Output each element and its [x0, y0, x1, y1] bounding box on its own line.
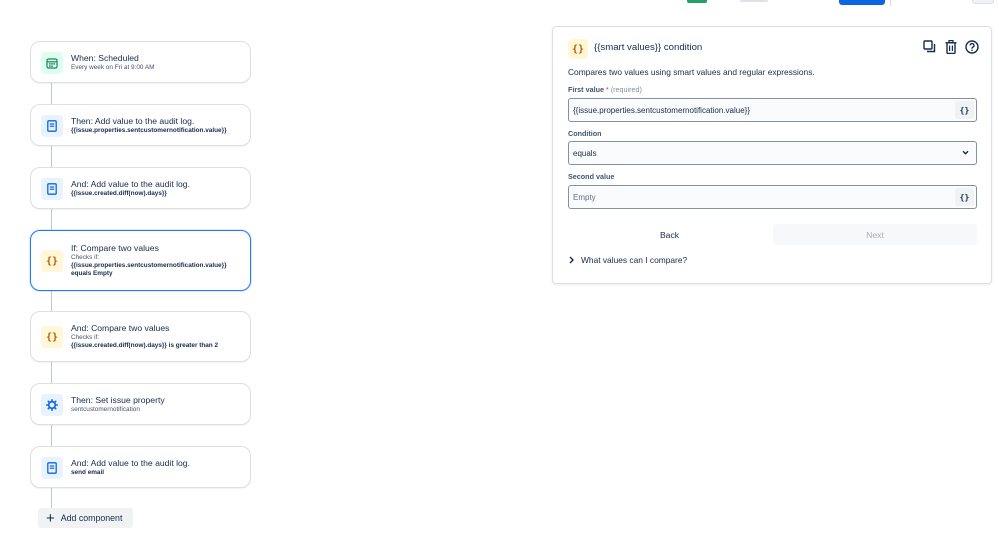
smart-value-button[interactable]: {} [955, 101, 974, 119]
first-value-label-text: First value [568, 85, 604, 94]
trash-icon[interactable] [943, 39, 958, 54]
header-green-element[interactable] [687, 0, 707, 3]
add-component-label: Add component [60, 513, 123, 523]
card-detail: Checks if: [71, 254, 100, 261]
condition-select[interactable]: equals [568, 141, 977, 165]
smart-value-button[interactable]: {} [955, 188, 974, 206]
action-card-audit-log[interactable]: And: Add value to the audit log. send em… [30, 446, 251, 488]
panel-title: {{smart values}} condition [594, 42, 703, 53]
card-title: Then: Add value to the audit log. [71, 116, 195, 126]
what-values-expander[interactable]: What values can I compare? [568, 255, 687, 265]
card-detail: {{issue.properties.sentcustomernotificat… [71, 127, 227, 134]
card-detail: {{issue.created.diff(now).days}} is grea… [71, 342, 219, 349]
copy-icon[interactable] [922, 39, 937, 54]
trigger-card[interactable]: When: Scheduled Every week on Fri at 9:0… [30, 41, 251, 83]
required-hint: (required) [610, 85, 642, 94]
card-title: And: Add value to the audit log. [71, 458, 190, 468]
header-more-button[interactable] [972, 0, 994, 4]
card-title: Then: Set issue property [71, 395, 165, 405]
first-value-input[interactable]: {{issue.properties.sentcustomernotificat… [568, 98, 977, 122]
card-title: If: Compare two values [71, 243, 159, 253]
document-icon [41, 178, 63, 200]
document-icon [41, 457, 63, 479]
card-title: When: Scheduled [71, 53, 139, 63]
condition-card[interactable]: {} And: Compare two values Checks if: {{… [30, 311, 251, 362]
required-asterisk: * [605, 85, 609, 94]
back-button[interactable]: Back [568, 224, 771, 245]
condition-card-selected[interactable]: {} If: Compare two values Checks if: {{i… [30, 230, 251, 291]
card-detail: Every week on Fri at 9:00 AM [71, 64, 155, 71]
rule-flow: When: Scheduled Every week on Fri at 9:0… [0, 0, 280, 535]
card-detail: {{issue.properties.sentcustomernotificat… [71, 262, 227, 269]
second-value-input[interactable]: Empty {} [568, 185, 977, 209]
next-button[interactable]: Next [773, 224, 977, 245]
panel-description: Compares two values using smart values a… [568, 67, 815, 77]
action-card-set-property[interactable]: Then: Set issue property sentcustomernot… [30, 383, 251, 425]
plus-icon: + [46, 509, 55, 527]
gear-icon [41, 394, 63, 416]
chevron-right-icon [569, 256, 574, 264]
card-detail: equals Empty [71, 270, 113, 277]
braces-icon: {} [41, 326, 63, 348]
card-detail: sentcustomernotification [71, 406, 140, 413]
action-card-audit-log[interactable]: Then: Add value to the audit log. {{issu… [30, 104, 251, 146]
help-icon[interactable] [964, 39, 979, 54]
condition-config-panel: {} {{smart values}} condition Compares t… [552, 26, 992, 284]
header-primary-button[interactable] [839, 0, 885, 5]
first-value-text: {{issue.properties.sentcustomernotificat… [573, 105, 750, 115]
header-element[interactable] [740, 0, 768, 2]
card-title: And: Compare two values [71, 323, 170, 333]
first-value-label: First value * (required) [568, 85, 642, 94]
condition-selected-value: equals [573, 148, 597, 158]
card-title: And: Add value to the audit log. [71, 179, 190, 189]
braces-icon: {} [41, 250, 63, 272]
card-detail: send email [71, 469, 105, 476]
add-component-button[interactable]: + Add component [38, 508, 133, 528]
second-value-label: Second value [568, 172, 615, 181]
calendar-icon [41, 52, 63, 74]
card-detail: Checks if: [71, 334, 100, 341]
braces-icon: {} [568, 39, 588, 59]
chevron-down-icon [961, 148, 970, 159]
document-icon [41, 115, 63, 137]
card-detail: {{issue.created.diff(now).days}} [71, 190, 167, 197]
condition-label: Condition [568, 129, 602, 138]
panel-actions [922, 39, 979, 54]
action-card-audit-log[interactable]: And: Add value to the audit log. {{issue… [30, 167, 251, 209]
header-divider [890, 0, 891, 6]
second-value-placeholder: Empty [573, 192, 596, 202]
expander-label: What values can I compare? [581, 255, 688, 265]
